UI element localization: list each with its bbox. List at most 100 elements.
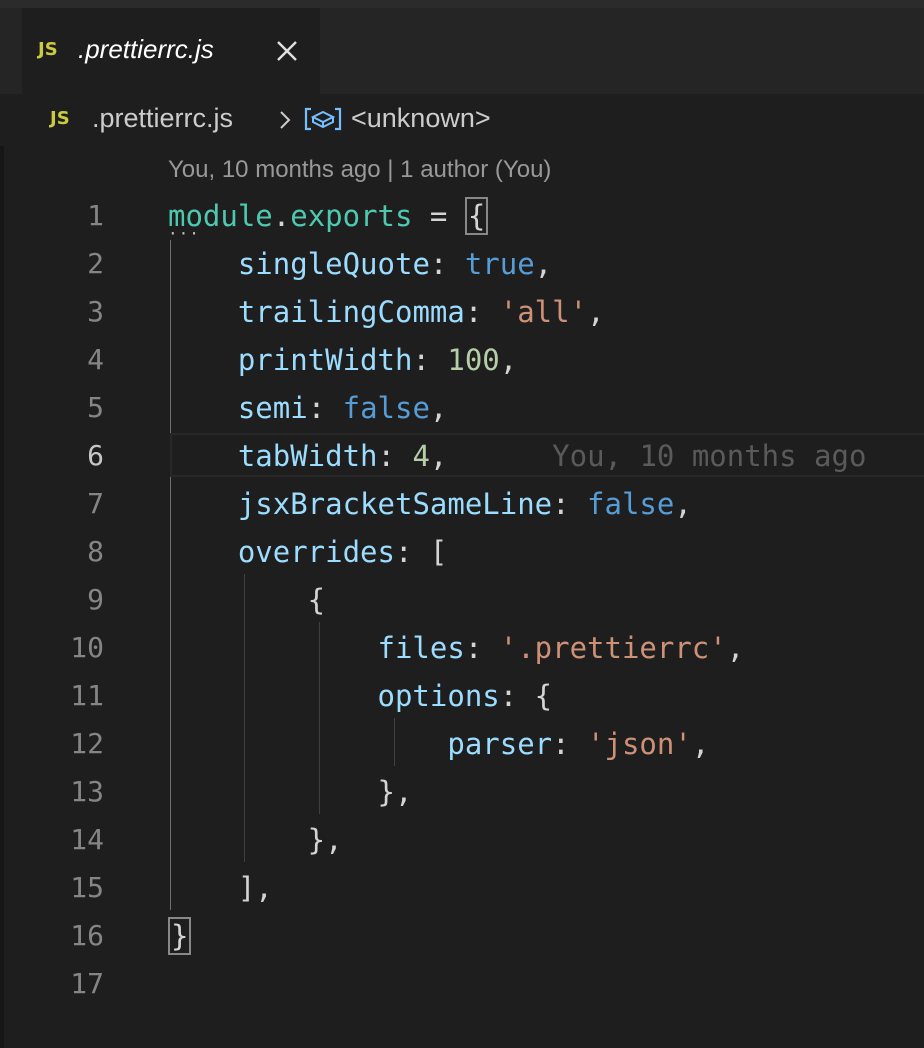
line-number: 14 — [70, 823, 104, 856]
code-token: : — [412, 343, 448, 377]
line-content: jsxBracketSameLine: false, — [168, 480, 692, 528]
code-token: false — [342, 391, 430, 425]
code-token: , — [534, 247, 553, 281]
code-token: : — [429, 247, 465, 281]
code-token: '.prettierrc' — [499, 631, 727, 665]
code-token: 4 — [412, 439, 430, 473]
git-blame-codelens[interactable]: You, 10 months ago | 1 author (You) — [168, 156, 551, 184]
line-content: { — [168, 576, 325, 624]
code-token: printWidth — [237, 343, 413, 377]
code-line[interactable]: 14 }, — [0, 816, 924, 864]
code-line[interactable]: 13 }, — [0, 768, 924, 816]
code-line[interactable]: 12 parser: 'json', — [0, 720, 924, 768]
line-content: } — [168, 912, 192, 960]
code-token: { — [168, 583, 326, 617]
code-token: : — [552, 487, 588, 521]
close-icon[interactable] — [274, 38, 300, 64]
code-token: module — [168, 199, 273, 233]
code-line[interactable]: 8 overrides: [ — [0, 528, 924, 576]
code-token: , — [499, 343, 518, 377]
line-content: singleQuote: true, — [168, 240, 552, 288]
line-number: 12 — [70, 727, 104, 760]
line-number: 13 — [70, 775, 104, 808]
breadcrumb: JS .prettierrc.js <unknown> — [0, 94, 924, 146]
chevron-right-icon — [280, 111, 291, 129]
code-token: tabWidth — [237, 439, 378, 473]
code-line[interactable]: 6 tabWidth: 4, You, 10 months ago — [0, 432, 924, 480]
line-number: 2 — [87, 247, 104, 280]
code-line[interactable]: 15 ], — [0, 864, 924, 912]
code-line[interactable]: 16} — [0, 912, 924, 960]
line-content: overrides: [ — [168, 528, 448, 576]
line-content: }, — [168, 768, 413, 816]
line-content: ], — [168, 864, 273, 912]
code-line[interactable]: 2 singleQuote: true, — [0, 240, 924, 288]
code-line[interactable]: 10 files: '.prettierrc', — [0, 624, 924, 672]
code-token: singleQuote — [237, 247, 430, 281]
code-token: 'all' — [499, 295, 588, 329]
code-token: : — [377, 439, 413, 473]
code-token: 100 — [447, 343, 500, 377]
code-token: , — [429, 391, 448, 425]
line-content: printWidth: 100, — [168, 336, 517, 384]
code-editor[interactable]: 1 module.exports = {2 singleQuote: true, 3… — [0, 192, 924, 1008]
code-token: 'json' — [587, 727, 692, 761]
code-token: . — [272, 199, 291, 233]
code-line[interactable]: 9 { — [0, 576, 924, 624]
code-token: jsxBracketSameLine — [237, 487, 553, 521]
line-number: 16 — [70, 919, 104, 952]
code-token: , — [691, 727, 710, 761]
line-number: 9 — [87, 583, 104, 616]
code-token: exports — [290, 199, 413, 233]
code-line[interactable]: 7 jsxBracketSameLine: false, — [0, 480, 924, 528]
code-token: : — [552, 727, 588, 761]
line-number: 3 — [87, 295, 104, 328]
code-line[interactable]: 17 — [0, 960, 924, 1008]
code-token: parser — [447, 727, 553, 761]
breadcrumb-file[interactable]: .prettierrc.js — [92, 103, 233, 134]
matched-bracket: { — [464, 197, 489, 235]
code-line[interactable]: 4 printWidth: 100, — [0, 336, 924, 384]
tab-bar: JS .prettierrc.js — [0, 8, 924, 94]
tab-title: .prettierrc.js — [78, 34, 214, 64]
line-number: 5 — [87, 391, 104, 424]
tab-prettierrc[interactable]: JS .prettierrc.js — [22, 8, 320, 94]
line-content: module.exports = { — [168, 192, 489, 240]
code-token: : — [464, 295, 500, 329]
code-line[interactable]: 3 trailingComma: 'all', — [0, 288, 924, 336]
line-number: 10 — [70, 631, 104, 664]
line-number: 11 — [70, 679, 104, 712]
code-token: semi — [237, 391, 308, 425]
code-token: }, — [168, 823, 343, 857]
line-content: semi: false, — [168, 384, 448, 432]
line-number: 17 — [70, 967, 104, 1000]
line-content: trailingComma: 'all', — [168, 288, 605, 336]
code-token: , — [674, 487, 692, 521]
javascript-file-icon: JS — [38, 39, 58, 60]
code-token: = — [412, 199, 465, 233]
code-token: , — [726, 631, 745, 665]
code-token: false — [587, 487, 675, 521]
breadcrumb-symbol[interactable]: <unknown> — [351, 103, 491, 134]
code-line[interactable]: 11 options: { — [0, 672, 924, 720]
code-line[interactable]: 1 module.exports = { — [0, 192, 924, 240]
code-token: : { — [499, 679, 553, 713]
code-token: ], — [168, 871, 273, 905]
line-number: 8 — [87, 535, 104, 568]
line-number: 6 — [87, 439, 104, 472]
title-strip — [0, 0, 924, 8]
code-token: options — [377, 679, 500, 713]
line-content: parser: 'json', — [168, 720, 709, 768]
line-content: options: { — [168, 672, 553, 720]
code-token: : — [307, 391, 343, 425]
code-line[interactable]: 5 semi: false, — [0, 384, 924, 432]
javascript-file-icon: JS — [50, 108, 70, 129]
